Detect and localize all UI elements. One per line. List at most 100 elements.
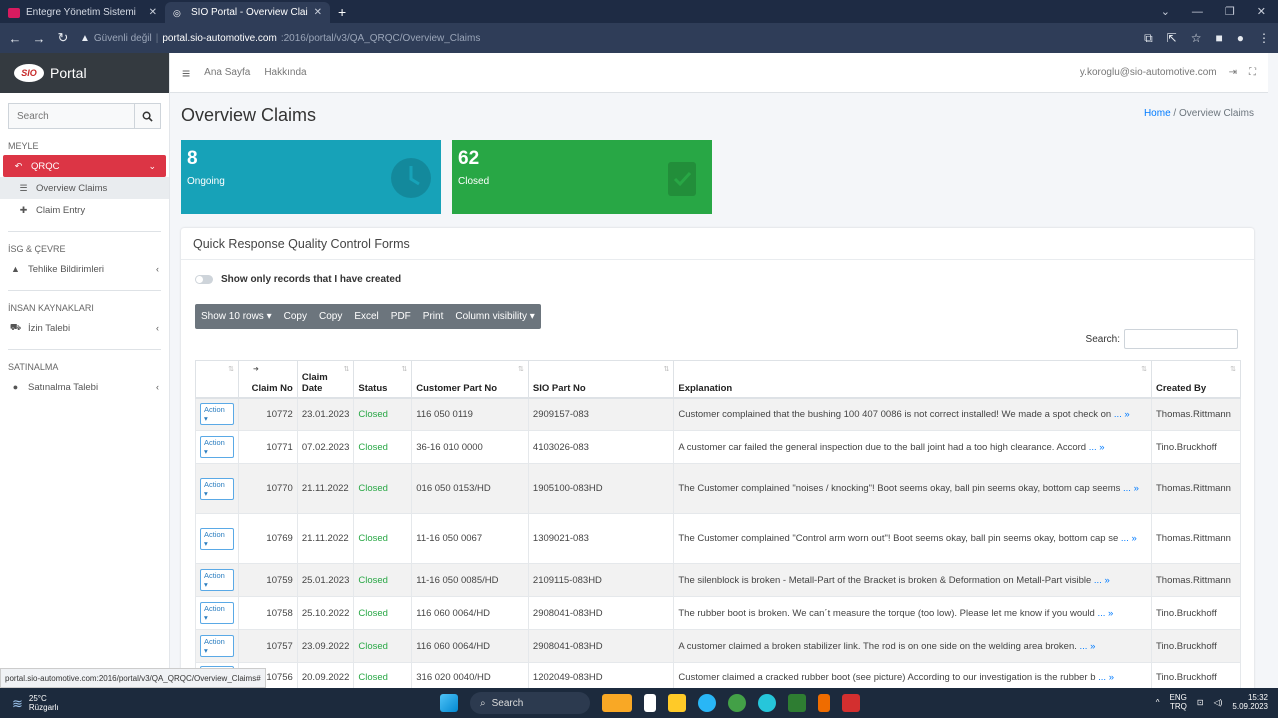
sidebar-item-qrqc[interactable]: ↶ QRQC ⌄ [3, 155, 166, 177]
col-header-created-by[interactable]: ⇅ Created By [1151, 360, 1241, 399]
table-row[interactable]: Action ▾ 10757 23.09.2022 Closed 116 060 006… [195, 629, 1241, 663]
acrobat-icon[interactable] [842, 694, 860, 712]
taskbar-search[interactable]: ⌕ Search [470, 692, 590, 714]
action-dropdown-button[interactable]: Action ▾ [200, 436, 234, 458]
col-header-action[interactable]: ⇅ [195, 360, 239, 399]
table-row[interactable]: Action ▾ 10769 21.11.2022 Closed 11-16 050 0… [195, 513, 1241, 564]
menu-dots-icon[interactable]: ⋮ [1258, 31, 1270, 45]
sidebar-item-izin[interactable]: ⛟ İzin Talebi ‹ [0, 317, 169, 339]
minimize-button[interactable]: — [1192, 6, 1203, 18]
customer-part-cell: 11-16 050 0067 [411, 513, 529, 564]
col-header-claim-no[interactable]: ➜ Claim No [237, 360, 298, 399]
back-button[interactable]: ← [8, 31, 22, 46]
brand[interactable]: SIO Portal [0, 53, 169, 93]
table-search-input[interactable] [1124, 329, 1238, 349]
new-tab-button[interactable]: + [330, 4, 354, 23]
action-dropdown-button[interactable]: Action ▾ [200, 477, 234, 500]
created-by-cell: Thomas.Rittmann [1151, 513, 1241, 564]
reload-button[interactable]: ↻ [56, 30, 70, 46]
language-indicator[interactable]: ENG TRQ [1170, 693, 1187, 711]
copy-button-2[interactable]: Copy [313, 311, 348, 322]
table-row[interactable]: Action ▾ 10759 25.01.2023 Closed 11-16 050 0… [195, 563, 1241, 597]
url-field[interactable]: ▲ Güvenli değil | portal.sio-automotive.… [80, 28, 1134, 48]
chevron-down-icon[interactable]: ⌄ [1161, 5, 1170, 18]
nav-link-about[interactable]: Hakkında [264, 67, 306, 78]
col-header-sio-part[interactable]: ⇅ SIO Part No [527, 360, 675, 399]
created-by-cell: Tino.Bruckhoff [1151, 596, 1241, 630]
col-header-status[interactable]: ⇅ Status [353, 360, 413, 399]
explanation-cell: A customer car failed the general inspec… [673, 430, 1152, 464]
sidebar-item-tehlike[interactable]: ▲ Tehlike Bildirimleri ‹ [0, 258, 169, 280]
table-row[interactable]: Action ▾ 10771 07.02.2023 Closed 36-16 010 0… [195, 430, 1241, 464]
action-dropdown-button[interactable]: Action ▾ [200, 602, 234, 624]
read-more-link[interactable]: ... » [1120, 483, 1139, 494]
fullscreen-icon[interactable]: ⛶ [1249, 67, 1256, 78]
read-more-link[interactable]: ... » [1086, 442, 1105, 453]
own-records-toggle[interactable] [195, 275, 213, 284]
read-more-link[interactable]: ... » [1118, 533, 1137, 544]
sidebar-search-input[interactable] [9, 104, 134, 128]
widgets-icon[interactable] [602, 694, 632, 712]
bookmark-star-icon[interactable]: ☆ [1191, 31, 1202, 45]
tab-close-icon[interactable]: ✕ [149, 7, 157, 18]
weather-widget[interactable]: ≋ 25°C Rüzgarlı [0, 694, 59, 712]
app-icon[interactable] [818, 694, 830, 712]
restore-button[interactable]: ❐ [1225, 5, 1235, 18]
col-header-explanation[interactable]: ⇅ Explanation [673, 360, 1152, 399]
print-button[interactable]: Print [417, 311, 450, 322]
excel-icon[interactable] [788, 694, 806, 712]
excel-button[interactable]: Excel [348, 311, 384, 322]
file-explorer-icon[interactable] [668, 694, 686, 712]
forward-button[interactable]: → [32, 31, 46, 46]
pdf-button[interactable]: PDF [385, 311, 417, 322]
action-dropdown-button[interactable]: Action ▾ [200, 403, 234, 426]
user-email[interactable]: y.koroglu@sio-automotive.com [1080, 67, 1217, 78]
breadcrumb-home[interactable]: Home [1144, 108, 1171, 119]
hamburger-icon[interactable]: ≡ [182, 65, 190, 81]
table-row[interactable]: Action ▾ 10770 21.11.2022 Closed 016 050 015… [195, 463, 1241, 514]
sidebar-item-claim-entry[interactable]: ✚ Claim Entry [0, 199, 169, 221]
explanation-text: Customer claimed a cracked rubber boot (… [678, 671, 1096, 683]
close-window-button[interactable]: ✕ [1257, 5, 1266, 18]
teamviewer-icon[interactable] [758, 694, 776, 712]
action-dropdown-button[interactable]: Action ▾ [200, 635, 234, 657]
chrome-icon[interactable] [728, 694, 746, 712]
taskview-icon[interactable] [644, 694, 656, 712]
nav-link-home[interactable]: Ana Sayfa [204, 67, 250, 78]
translate-icon[interactable]: ⧉ [1144, 31, 1153, 46]
action-dropdown-button[interactable]: Action ▾ [200, 569, 234, 591]
sort-icon: ⇅ [401, 366, 408, 373]
show-rows-button[interactable]: Show 10 rows ▾ [195, 311, 278, 322]
col-header-customer-part[interactable]: ⇅ Customer Part No [411, 360, 529, 399]
browser-tab-entegre[interactable]: Entegre Yönetim Sistemi ✕ [0, 2, 165, 23]
tab-close-icon[interactable]: ✕ [314, 7, 322, 18]
sidebar-item-overview-claims[interactable]: ☰ Overview Claims [0, 177, 169, 199]
sidepanel-icon[interactable]: ■ [1216, 31, 1223, 45]
windows-start-icon[interactable] [440, 694, 458, 712]
read-more-link[interactable]: ... » [1111, 409, 1130, 420]
clock[interactable]: 15:32 5.09.2023 [1232, 693, 1268, 711]
column-visibility-button[interactable]: Column visibility ▾ [449, 311, 540, 322]
sidebar-item-satinalma[interactable]: ● Satınalma Talebi ‹ [0, 376, 169, 398]
action-dropdown-button[interactable]: Action ▾ [200, 527, 234, 550]
search-icon[interactable] [134, 104, 160, 128]
browser-tab-sio-portal[interactable]: ◎ SIO Portal - Overview Claims ✕ [165, 2, 330, 23]
profile-icon[interactable]: ● [1237, 31, 1244, 45]
network-icon[interactable]: ⊡ [1197, 698, 1204, 707]
ongoing-infobox[interactable]: 8 Ongoing [181, 140, 441, 214]
logout-icon[interactable]: ⇥ [1229, 67, 1237, 78]
share-icon[interactable]: ⇱ [1167, 31, 1177, 45]
copy-button[interactable]: Copy [278, 311, 313, 322]
table-row[interactable]: Action ▾ 10758 25.10.2022 Closed 116 060 006… [195, 596, 1241, 630]
volume-icon[interactable]: ◁) [1214, 698, 1223, 707]
read-more-link[interactable]: ... » [1095, 608, 1113, 619]
read-more-link[interactable]: ... » [1091, 575, 1110, 586]
chevron-up-icon[interactable]: ^ [1156, 698, 1160, 707]
read-more-link[interactable]: ... » [1096, 672, 1114, 683]
table-row[interactable]: Action ▾ 10772 23.01.2023 Closed 116 050 011… [195, 397, 1241, 431]
edge-icon[interactable] [698, 694, 716, 712]
col-header-claim-date[interactable]: ⇅ Claim Date [296, 360, 355, 399]
claim-no-cell: 10772 [237, 397, 298, 431]
read-more-link[interactable]: ... » [1077, 641, 1096, 652]
closed-infobox[interactable]: 62 Closed [452, 140, 712, 214]
